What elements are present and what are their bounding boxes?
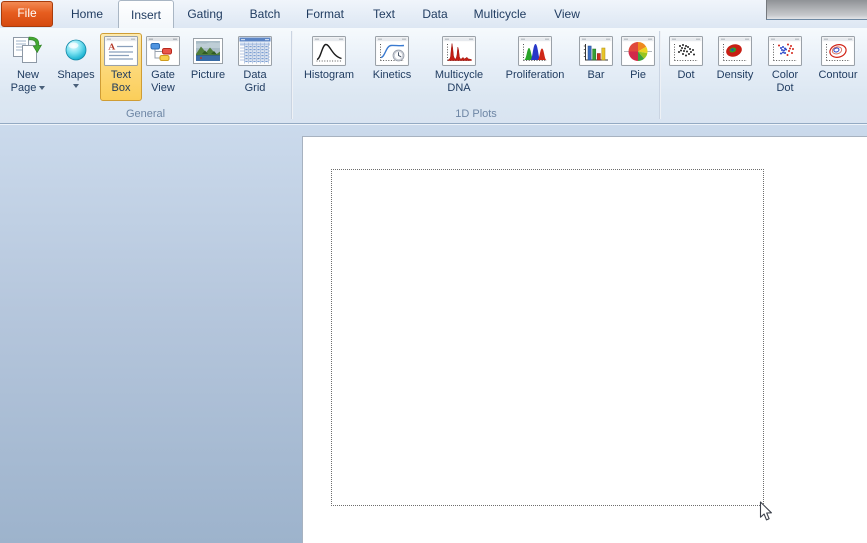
kinetics-label: Kinetics xyxy=(373,69,412,81)
titlebar-remnant xyxy=(766,0,867,20)
ribbon-group-1d-plots: Histogram Kinetics xyxy=(293,28,659,123)
group-label-general: General xyxy=(0,108,291,120)
tab-data[interactable]: Data xyxy=(412,0,458,28)
gate-view-label: Gate xyxy=(151,69,175,81)
histogram-label: Histogram xyxy=(304,69,354,81)
ribbon-tabs: Home Insert Gating Batch Format Text Dat… xyxy=(56,0,592,28)
file-menu-button[interactable]: File xyxy=(1,1,53,27)
data-grid-label: Data xyxy=(243,69,266,81)
contour-label: Contour xyxy=(818,69,857,81)
bar-icon xyxy=(579,34,613,68)
tab-gating[interactable]: Gating xyxy=(174,0,236,28)
new-page-icon xyxy=(10,34,46,68)
kinetics-button[interactable]: Kinetics xyxy=(361,33,423,101)
dot-icon xyxy=(669,34,703,68)
application-window: File Home Insert Gating Batch Format Tex… xyxy=(0,0,867,543)
ribbon: New Page Sh xyxy=(0,28,867,124)
multicycle-dna-icon xyxy=(442,34,476,68)
gate-view-label2: View xyxy=(151,82,175,94)
shapes-icon xyxy=(58,34,94,68)
tab-text[interactable]: Text xyxy=(356,0,412,28)
color-dot-icon xyxy=(768,34,802,68)
pie-label: Pie xyxy=(630,69,646,81)
shapes-label: Shapes xyxy=(57,69,94,81)
histogram-icon xyxy=(312,34,346,68)
kinetics-icon xyxy=(375,34,409,68)
tab-batch[interactable]: Batch xyxy=(236,0,294,28)
contour-icon xyxy=(821,34,855,68)
svg-text:A: A xyxy=(108,43,116,53)
ribbon-group-2d-plots: Dot Density xyxy=(661,28,867,123)
picture-icon xyxy=(191,34,225,68)
tab-insert[interactable]: Insert xyxy=(118,0,174,28)
density-icon xyxy=(718,34,752,68)
multicycle-dna-label: Multicycle xyxy=(435,69,483,81)
proliferation-label: Proliferation xyxy=(506,69,565,81)
multicycle-dna-button[interactable]: Multicycle DNA xyxy=(423,33,495,101)
data-grid-button[interactable]: Data Grid xyxy=(232,33,278,101)
density-label: Density xyxy=(717,69,754,81)
color-dot-label2: Dot xyxy=(776,82,793,94)
mouse-cursor-arrow-icon xyxy=(759,501,773,527)
ribbon-tab-bar: File Home Insert Gating Batch Format Tex… xyxy=(0,0,867,28)
proliferation-icon xyxy=(518,34,552,68)
bar-button[interactable]: Bar xyxy=(575,33,617,101)
tab-multicycle[interactable]: Multicycle xyxy=(458,0,542,28)
dropdown-arrow-icon xyxy=(73,84,79,88)
dot-button[interactable]: Dot xyxy=(663,33,709,101)
density-button[interactable]: Density xyxy=(709,33,761,101)
picture-button[interactable]: Picture xyxy=(184,33,232,101)
ribbon-group-general: New Page Sh xyxy=(0,28,291,123)
document-canvas[interactable] xyxy=(0,124,867,543)
color-dot-button[interactable]: Color Dot xyxy=(761,33,809,101)
histogram-button[interactable]: Histogram xyxy=(297,33,361,101)
bar-label: Bar xyxy=(587,69,604,81)
gate-view-button[interactable]: Gate View xyxy=(142,33,184,101)
proliferation-button[interactable]: Proliferation xyxy=(495,33,575,101)
text-box-label2: Box xyxy=(112,82,131,94)
new-page-label2: Page xyxy=(11,82,37,94)
dot-label: Dot xyxy=(677,69,694,81)
layout-page[interactable] xyxy=(302,136,867,543)
shapes-button[interactable]: Shapes xyxy=(52,33,100,101)
data-grid-label2: Grid xyxy=(245,82,266,94)
new-page-button[interactable]: New Page xyxy=(4,33,52,101)
text-box-label: Text xyxy=(111,69,131,81)
contour-button[interactable]: Contour xyxy=(809,33,867,101)
new-page-label: New xyxy=(17,69,39,81)
gate-view-icon xyxy=(146,34,180,68)
dropdown-arrow-icon xyxy=(39,86,45,90)
text-box-button[interactable]: A Text Box xyxy=(100,33,142,101)
picture-label: Picture xyxy=(191,69,225,81)
data-grid-icon xyxy=(238,34,272,68)
tab-format[interactable]: Format xyxy=(294,0,356,28)
color-dot-label: Color xyxy=(772,69,798,81)
textbox-drag-outline[interactable] xyxy=(331,169,764,506)
pie-button[interactable]: Pie xyxy=(617,33,659,101)
multicycle-dna-label2: DNA xyxy=(447,82,470,94)
tab-view[interactable]: View xyxy=(542,0,592,28)
text-box-icon: A xyxy=(104,34,138,68)
tab-home[interactable]: Home xyxy=(56,0,118,28)
pie-icon xyxy=(621,34,655,68)
group-label-1d-plots: 1D Plots xyxy=(293,108,659,120)
